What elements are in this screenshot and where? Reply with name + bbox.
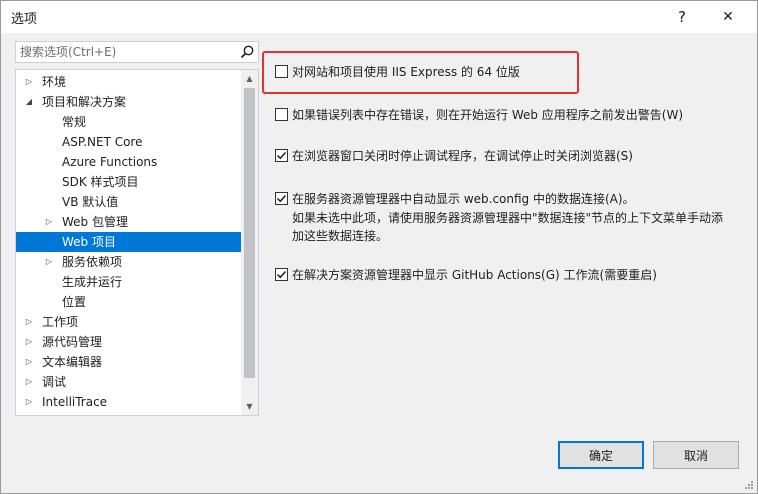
- search-input[interactable]: [20, 44, 230, 60]
- tree-item-label: VB 默认值: [62, 195, 119, 209]
- option-checkbox[interactable]: [275, 108, 288, 121]
- options-dialog: 选项 ? ✕ ▷ 环境 ◢ 项目和解决方案常规 ASP.NET Core Azure Fu…: [0, 0, 758, 494]
- tree-item-label: 服务依赖项: [62, 255, 123, 269]
- tree-list: ▷ 环境 ◢ 项目和解决方案常规 ASP.NET Core Azure Functions…: [16, 72, 242, 412]
- tree-item[interactable]: Azure Functions: [16, 152, 242, 172]
- title-bar: 选项 ? ✕: [1, 1, 757, 33]
- tree-item[interactable]: ▷ 服务依赖项: [16, 252, 242, 272]
- tree-item[interactable]: ▷ 工作项: [16, 312, 242, 332]
- search-box: [15, 41, 259, 63]
- tree-item[interactable]: VB 默认值: [16, 192, 242, 212]
- option-label[interactable]: 在浏览器窗口关闭时停止调试程序，在调试停止时关闭浏览器(S): [292, 148, 633, 164]
- tree-item[interactable]: ▷ IntelliTrace: [16, 392, 242, 412]
- tree-item-label: 调试: [42, 375, 67, 389]
- scroll-up-icon[interactable]: ▲: [241, 70, 258, 87]
- tree-item[interactable]: ▷ 环境: [16, 72, 242, 92]
- tree-item-label: Azure Functions: [62, 155, 158, 169]
- collapsed-arrow-icon[interactable]: ▷: [24, 392, 34, 412]
- tree-item[interactable]: ▷ Web 包管理: [16, 212, 242, 232]
- option-label[interactable]: 在服务器资源管理器中自动显示 web.config 中的数据连接(A)。: [292, 191, 635, 207]
- cancel-button[interactable]: 取消: [653, 441, 739, 469]
- search-icon[interactable]: [239, 44, 255, 60]
- tree-item-label: 常规: [62, 115, 87, 129]
- collapsed-arrow-icon[interactable]: ▷: [44, 212, 54, 232]
- checkmark-icon: [276, 151, 287, 160]
- close-button[interactable]: ✕: [705, 1, 751, 33]
- tree-item-label: 工作项: [42, 315, 79, 329]
- option-checkbox[interactable]: [275, 65, 288, 78]
- tree-item[interactable]: ASP.NET Core: [16, 132, 242, 152]
- dialog-title: 选项: [11, 12, 38, 27]
- option-label[interactable]: 如果错误列表中存在错误，则在开始运行 Web 应用程序之前发出警告(W): [292, 107, 683, 123]
- collapsed-arrow-icon[interactable]: ▷: [24, 372, 34, 392]
- expanded-arrow-icon[interactable]: ◢: [24, 92, 34, 112]
- tree-item-label: 生成并运行: [62, 275, 123, 289]
- option-label[interactable]: 在解决方案资源管理器中显示 GitHub Actions(G) 工作流(需要重启…: [292, 267, 657, 283]
- tree-item-label: SDK 样式项目: [62, 175, 139, 189]
- tree-item[interactable]: Web 项目: [16, 232, 242, 252]
- collapsed-arrow-icon[interactable]: ▷: [24, 312, 34, 332]
- collapsed-arrow-icon[interactable]: ▷: [24, 72, 34, 92]
- tree-item[interactable]: 常规: [16, 112, 242, 132]
- tree-item[interactable]: ▷ 文本编辑器: [16, 352, 242, 372]
- ok-button[interactable]: 确定: [558, 441, 644, 469]
- option-checkbox[interactable]: [275, 149, 288, 162]
- tree-item-label: Web 包管理: [62, 215, 128, 229]
- option-checkbox[interactable]: [275, 192, 288, 205]
- tree-item-label: 文本编辑器: [42, 355, 103, 369]
- option-label[interactable]: 对网站和项目使用 IIS Express 的 64 位版: [292, 64, 520, 80]
- collapsed-arrow-icon[interactable]: ▷: [24, 352, 34, 372]
- tree-item[interactable]: ◢ 项目和解决方案: [16, 92, 242, 112]
- tree-scrollbar[interactable]: ▲ ▼: [241, 70, 258, 415]
- checkmark-icon: [276, 270, 287, 279]
- tree-item-label: Web 项目: [62, 235, 116, 249]
- collapsed-arrow-icon[interactable]: ▷: [24, 332, 34, 352]
- tree-item[interactable]: 位置: [16, 292, 242, 312]
- tree-item-label: 位置: [62, 295, 87, 309]
- scroll-thumb[interactable]: [244, 88, 255, 378]
- tree-item-label: IntelliTrace: [42, 395, 108, 409]
- options-tree: ▷ 环境 ◢ 项目和解决方案常规 ASP.NET Core Azure Functions…: [15, 69, 259, 416]
- scroll-down-icon[interactable]: ▼: [241, 398, 258, 415]
- tree-item-label: ASP.NET Core: [62, 135, 143, 149]
- collapsed-arrow-icon[interactable]: ▷: [44, 252, 54, 272]
- resize-grip-icon[interactable]: [744, 480, 754, 490]
- tree-item-label: 环境: [42, 75, 67, 89]
- tree-item[interactable]: SDK 样式项目: [16, 172, 242, 192]
- tree-item[interactable]: 生成并运行: [16, 272, 242, 292]
- tree-item[interactable]: ▷ 源代码管理: [16, 332, 242, 352]
- help-button[interactable]: ?: [659, 1, 705, 33]
- checkmark-icon: [276, 194, 287, 203]
- tree-item-label: 源代码管理: [42, 335, 103, 349]
- option-checkbox[interactable]: [275, 268, 288, 281]
- tree-item[interactable]: ▷ 调试: [16, 372, 242, 392]
- tree-item-label: 项目和解决方案: [42, 95, 127, 109]
- option-description: 如果未选中此项，请使用服务器资源管理器中"数据连接"节点的上下文菜单手动添加这些…: [292, 211, 724, 243]
